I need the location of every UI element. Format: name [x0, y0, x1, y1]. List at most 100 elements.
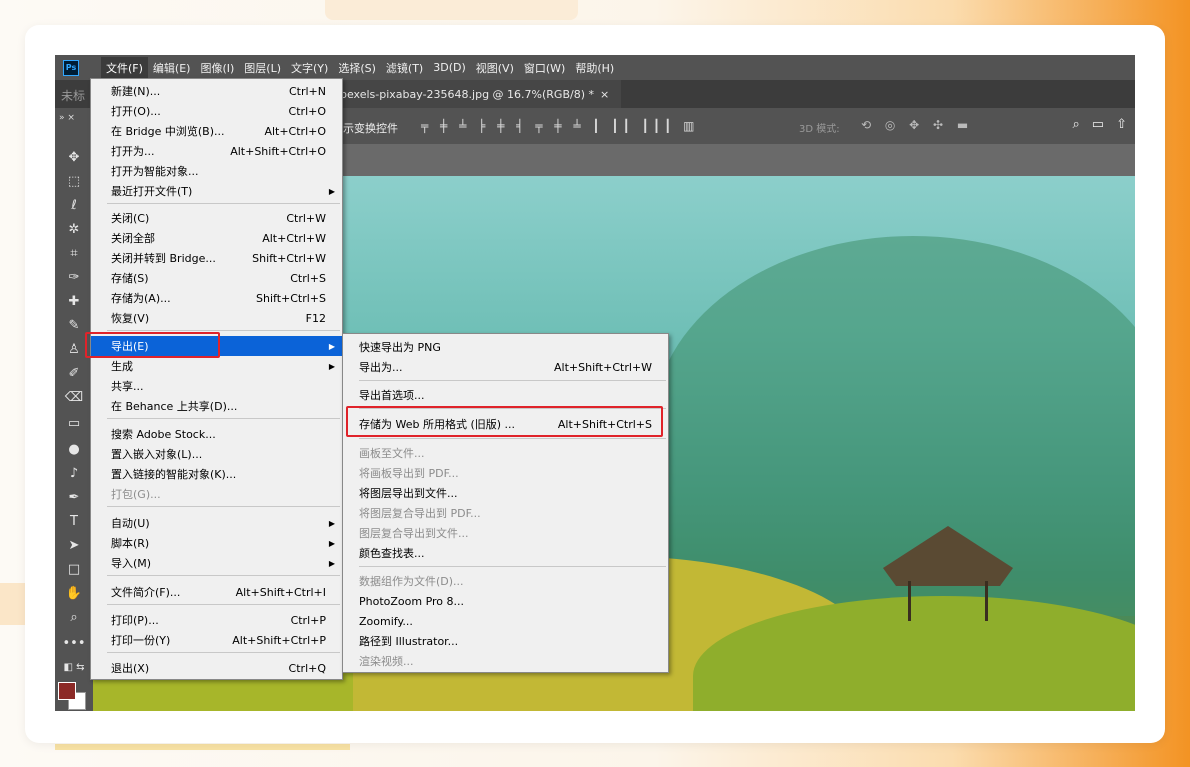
menu-item-exit[interactable]: 退出(X) Ctrl+Q: [91, 658, 342, 678]
menu-item-automate[interactable]: 自动(U) ▶: [91, 513, 342, 533]
menu-item-new[interactable]: 新建(N)... Ctrl+N: [91, 81, 342, 101]
close-tab-icon[interactable]: ×: [600, 88, 609, 101]
hut-stilts: [908, 581, 988, 621]
menu-item-save-as[interactable]: 存储为(A)... Shift+Ctrl+S: [91, 288, 342, 308]
gradient-tool-icon[interactable]: ▭: [59, 414, 89, 434]
show-transform-controls-label[interactable]: 示变换控件: [343, 120, 398, 136]
brush-tool-icon[interactable]: ✎: [59, 316, 89, 336]
eraser-tool-icon[interactable]: ⌫: [59, 388, 89, 408]
submenu-item-export-preferences[interactable]: 导出首选项...: [343, 385, 668, 405]
menu-item-browse-in-bridge[interactable]: 在 Bridge 中浏览(B)... Alt+Ctrl+O: [91, 121, 342, 141]
menu-view[interactable]: 视图(V): [471, 57, 519, 79]
submenu-item-artboards-to-files: 画板至文件...: [359, 447, 425, 460]
move-tool-icon[interactable]: ✥: [59, 148, 89, 168]
zoom-tool-icon[interactable]: ⌕: [59, 608, 89, 628]
submenu-arrow-icon: ▶: [328, 341, 335, 351]
menu-image[interactable]: 图像(I): [195, 57, 239, 79]
menu-bar: Ps 文件(F) 编辑(E) 图像(I) 图层(L) 文字(Y) 选择(S) 滤…: [55, 55, 1135, 80]
search-icon[interactable]: ⌕: [1073, 117, 1080, 132]
menu-separator: [107, 575, 340, 576]
path-selection-tool-icon[interactable]: ➤: [59, 536, 89, 556]
menu-item-close-and-go-to-bridge[interactable]: 关闭并转到 Bridge... Shift+Ctrl+W: [91, 248, 342, 268]
menu-item-revert[interactable]: 恢复(V) F12: [91, 308, 342, 328]
menu-item-import[interactable]: 导入(M) ▶: [91, 553, 342, 573]
workspace-frame-icon[interactable]: ▭: [1092, 117, 1104, 132]
menu-item-place-linked[interactable]: 置入链接的智能对象(K)...: [91, 464, 342, 484]
decor-bottom-line: [55, 744, 350, 750]
menu-item-place-embedded[interactable]: 置入嵌入对象(L)...: [91, 444, 342, 464]
menu-item-share[interactable]: 共享...: [91, 376, 342, 396]
clone-stamp-tool-icon[interactable]: ♙: [59, 340, 89, 360]
menu-item-print-one-copy[interactable]: 打印一份(Y) Alt+Shift+Ctrl+P: [91, 630, 342, 650]
menu-3d[interactable]: 3D(D): [428, 58, 471, 77]
eyedropper-tool-icon[interactable]: ✑: [59, 268, 89, 288]
magic-wand-tool-icon[interactable]: ✲: [59, 220, 89, 240]
menu-item-open[interactable]: 打开(O)... Ctrl+O: [91, 101, 342, 121]
menu-item-generate[interactable]: 生成 ▶: [91, 356, 342, 376]
menu-item-open-as[interactable]: 打开为... Alt+Shift+Ctrl+O: [91, 141, 342, 161]
dodge-tool-icon[interactable]: ♪: [59, 464, 89, 484]
menu-item-file-info[interactable]: 文件简介(F)... Alt+Shift+Ctrl+I: [91, 582, 342, 602]
submenu-arrow-icon: ▶: [328, 538, 335, 548]
history-brush-tool-icon[interactable]: ✐: [59, 364, 89, 384]
menu-item-package: 打包(G)...: [111, 488, 161, 501]
document-tab[interactable]: pexels-pixabay-235648.jpg @ 16.7%(RGB/8)…: [340, 80, 622, 108]
menu-edit[interactable]: 编辑(E): [148, 57, 196, 79]
align-distribute-icons[interactable]: ╤ ╪ ╧ ╞ ╪ ╡ ╤ ╪ ╧ ┃ ┃┃ ┃┃┃ ▥: [421, 119, 698, 133]
menu-item-search-adobe-stock[interactable]: 搜索 Adobe Stock...: [91, 424, 342, 444]
menu-separator: [359, 566, 666, 567]
menu-item-save[interactable]: 存储(S) Ctrl+S: [91, 268, 342, 288]
submenu-item-artboards-to-pdf: 将画板导出到 PDF...: [359, 467, 459, 480]
rectangle-tool-icon[interactable]: □: [59, 560, 89, 580]
menu-window[interactable]: 窗口(W): [519, 57, 570, 79]
lasso-tool-icon[interactable]: ℓ: [59, 196, 89, 216]
menu-item-close-all[interactable]: 关闭全部 Alt+Ctrl+W: [91, 228, 342, 248]
crop-tool-icon[interactable]: ⌗: [59, 244, 89, 264]
menu-select[interactable]: 选择(S): [333, 57, 381, 79]
submenu-item-save-for-web[interactable]: 存储为 Web 所用格式 (旧版) ... Alt+Shift+Ctrl+S: [343, 414, 668, 434]
share-icon[interactable]: ⇧: [1116, 117, 1127, 132]
submenu-arrow-icon: ▶: [328, 518, 335, 528]
menu-file[interactable]: 文件(F): [101, 56, 148, 79]
3d-mode-label: 3D 模式:: [799, 124, 840, 135]
menu-type[interactable]: 文字(Y): [286, 57, 333, 79]
menu-item-print[interactable]: 打印(P)... Ctrl+P: [91, 610, 342, 630]
menu-help[interactable]: 帮助(H): [570, 57, 619, 79]
menu-item-share-on-behance[interactable]: 在 Behance 上共享(D)...: [91, 396, 342, 416]
submenu-item-zoomify[interactable]: Zoomify...: [343, 611, 668, 631]
submenu-item-render-video: 渲染视频...: [359, 655, 414, 668]
menu-item-open-as-smart-object[interactable]: 打开为智能对象...: [91, 161, 342, 181]
submenu-item-layer-comps-to-files: 图层复合导出到文件...: [359, 527, 469, 540]
menu-item-scripts[interactable]: 脚本(R) ▶: [91, 533, 342, 553]
submenu-item-layers-to-files[interactable]: 将图层导出到文件...: [343, 483, 668, 503]
menu-separator: [107, 506, 340, 507]
pen-tool-icon[interactable]: ✒: [59, 488, 89, 508]
submenu-item-export-as[interactable]: 导出为... Alt+Shift+Ctrl+W: [343, 357, 668, 377]
foreground-color-swatch[interactable]: [58, 682, 76, 700]
submenu-item-photozoom[interactable]: PhotoZoom Pro 8...: [343, 591, 668, 611]
blur-tool-icon[interactable]: ●: [59, 440, 89, 460]
menu-item-open-recent[interactable]: 最近打开文件(T) ▶: [91, 181, 342, 201]
file-menu-dropdown: 新建(N)... Ctrl+N 打开(O)... Ctrl+O 在 Bridge 中…: [90, 78, 343, 680]
swap-colors-icon[interactable]: ◧ ⇆: [59, 658, 89, 678]
submenu-item-paths-to-illustrator[interactable]: 路径到 Illustrator...: [343, 631, 668, 651]
hand-tool-icon[interactable]: ✋: [59, 584, 89, 604]
menu-filter[interactable]: 滤镜(T): [381, 57, 428, 79]
untitled-doc-tab[interactable]: 未标: [61, 87, 85, 104]
healing-brush-tool-icon[interactable]: ✚: [59, 292, 89, 312]
menu-item-close[interactable]: 关闭(C) Ctrl+W: [91, 208, 342, 228]
menu-separator: [107, 604, 340, 605]
more-tools-icon[interactable]: •••: [59, 634, 89, 654]
type-tool-icon[interactable]: T: [59, 512, 89, 532]
menu-separator: [107, 330, 340, 331]
submenu-item-quick-export-png[interactable]: 快速导出为 PNG: [343, 337, 668, 357]
submenu-item-layer-comps-to-pdf: 将图层复合导出到 PDF...: [359, 507, 481, 520]
submenu-item-color-lookup-tables[interactable]: 颜色查找表...: [343, 543, 668, 563]
3d-mode-icons[interactable]: ⟲ ◎ ✥ ✣ ▬: [861, 118, 973, 132]
collapse-panel-icon[interactable]: » ×: [59, 113, 75, 123]
submenu-arrow-icon: ▶: [328, 558, 335, 568]
marquee-tool-icon[interactable]: ⬚: [59, 172, 89, 192]
submenu-arrow-icon: ▶: [328, 361, 335, 371]
menu-layer[interactable]: 图层(L): [239, 57, 286, 79]
menu-item-export[interactable]: 导出(E) ▶: [91, 336, 342, 356]
